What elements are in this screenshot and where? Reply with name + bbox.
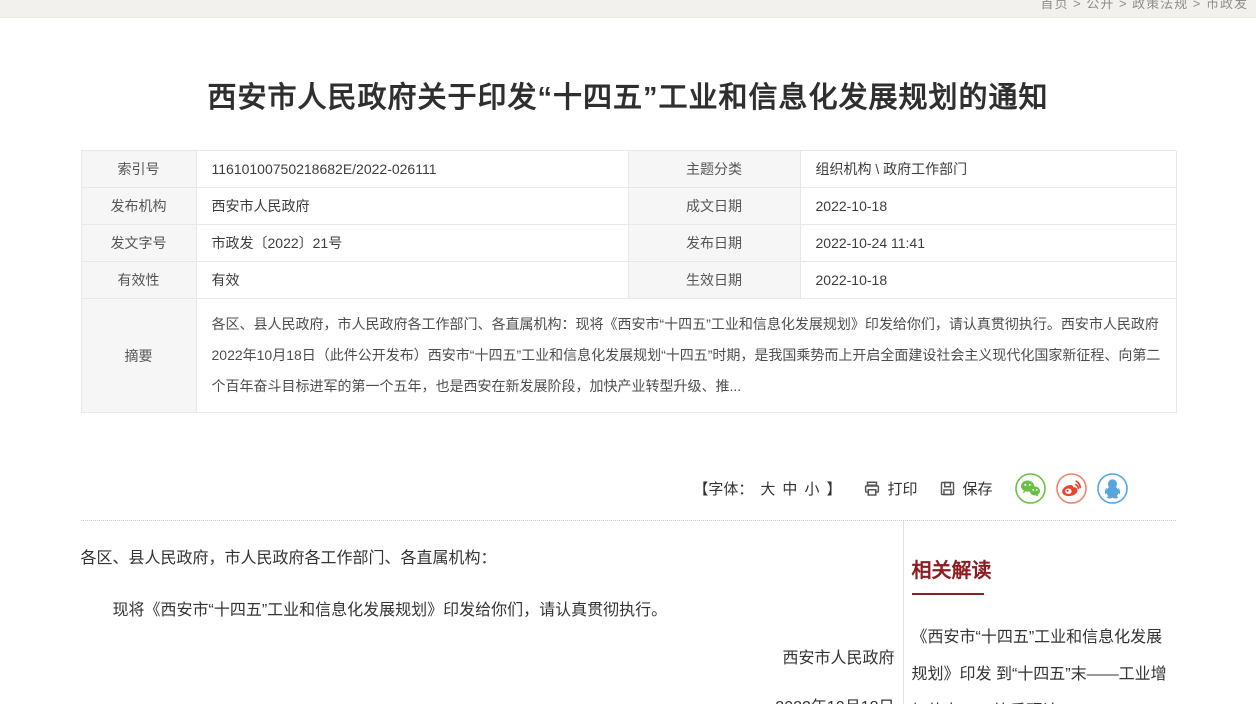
- font-size-medium-button[interactable]: 中: [782, 478, 797, 499]
- wechat-share-icon[interactable]: [1015, 473, 1046, 504]
- save-label: 保存: [962, 478, 992, 499]
- font-size-suffix: 】: [826, 478, 841, 499]
- meta-label-summary: 摘要: [82, 299, 197, 413]
- font-size-prefix: 【字体：: [693, 478, 753, 499]
- meta-value-publish-date: 2022-10-24 11:41: [801, 225, 1177, 262]
- meta-value-validity: 有效: [197, 262, 629, 299]
- weibo-share-icon[interactable]: [1056, 473, 1087, 504]
- document-date: 2022年10月18日: [81, 690, 899, 704]
- meta-label-validity: 有效性: [82, 262, 197, 299]
- document-paragraph: 现将《西安市“十四五”工业和信息化发展规划》印发给你们，请认真贯彻执行。: [81, 593, 899, 629]
- page-container: 西安市人民政府关于印发“十四五”工业和信息化发展规划的通知 索引号 116101…: [81, 74, 1176, 704]
- related-interpretation-header: 相关解读: [912, 554, 1176, 583]
- font-size-small-button[interactable]: 小: [804, 478, 819, 499]
- print-label: 打印: [887, 478, 917, 499]
- document-salutation: 各区、县人民政府，市人民政府各工作部门、各直属机构：: [81, 541, 899, 577]
- meta-label-effective-date: 生效日期: [629, 262, 801, 299]
- meta-value-effective-date: 2022-10-18: [801, 262, 1177, 299]
- top-bar: 首页 > 公开 > 政策法规 > 市政发: [0, 0, 1256, 18]
- meta-label-document-number: 发文字号: [82, 225, 197, 262]
- meta-value-issuing-agency: 西安市人民政府: [197, 188, 629, 225]
- save-icon: [939, 480, 956, 497]
- save-button[interactable]: 保存: [939, 478, 992, 499]
- printer-icon: [863, 480, 881, 498]
- header-underline: [912, 593, 984, 595]
- qq-share-icon[interactable]: [1097, 473, 1128, 504]
- page-title: 西安市人民政府关于印发“十四五”工业和信息化发展规划的通知: [81, 74, 1176, 116]
- meta-value-summary: 各区、县人民政府，市人民政府各工作部门、各直属机构：现将《西安市“十四五”工业和…: [197, 299, 1177, 413]
- meta-label-publish-date: 发布日期: [629, 225, 801, 262]
- document-signature: 西安市人民政府: [81, 641, 899, 677]
- breadcrumb[interactable]: 首页 > 公开 > 政策法规 > 市政发: [1041, 0, 1248, 12]
- content-area: 各区、县人民政府，市人民政府各工作部门、各直属机构： 现将《西安市“十四五”工业…: [81, 521, 1176, 704]
- document-body: 各区、县人民政府，市人民政府各工作部门、各直属机构： 现将《西安市“十四五”工业…: [81, 521, 903, 704]
- meta-label-issuing-agency: 发布机构: [82, 188, 197, 225]
- related-interpretation-panel: 相关解读 《西安市“十四五”工业和信息化发展规划》印发 到“十四五”末——工业增…: [903, 521, 1176, 704]
- print-button[interactable]: 打印: [863, 478, 917, 499]
- share-icons: [1015, 473, 1128, 504]
- meta-label-written-date: 成文日期: [629, 188, 801, 225]
- font-size-large-button[interactable]: 大: [760, 478, 775, 499]
- meta-value-topic-category: 组织机构 \ 政府工作部门: [801, 151, 1177, 188]
- related-interpretation-link[interactable]: 《西安市“十四五”工业和信息化发展规划》印发 到“十四五”末——工业增加值占GD…: [912, 619, 1176, 704]
- metadata-table: 索引号 11610100750218682E/2022-026111 主题分类 …: [81, 150, 1176, 413]
- toolbar: 【字体： 大 中 小 】 打印: [81, 473, 1176, 521]
- meta-value-index-number: 11610100750218682E/2022-026111: [197, 151, 629, 188]
- meta-value-document-number: 市政发〔2022〕21号: [197, 225, 629, 262]
- font-size-control: 【字体： 大 中 小 】: [693, 478, 841, 499]
- meta-label-topic-category: 主题分类: [629, 151, 801, 188]
- meta-label-index-number: 索引号: [82, 151, 197, 188]
- meta-value-written-date: 2022-10-18: [801, 188, 1177, 225]
